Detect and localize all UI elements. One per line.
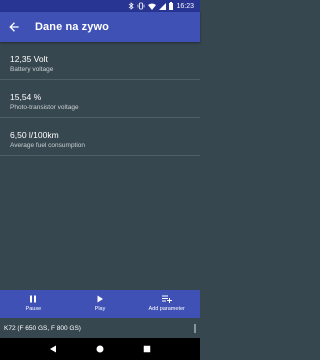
- reading-value: 12,35 Volt: [10, 54, 48, 64]
- play-icon: [96, 295, 104, 303]
- wifi-icon: [148, 3, 157, 10]
- pause-button[interactable]: Pause: [0, 290, 67, 318]
- scrollbar-thumb[interactable]: [194, 324, 196, 333]
- reading-label: Average fuel consumption: [10, 142, 86, 149]
- bluetooth-icon: [128, 2, 135, 10]
- playlist-add-icon: [161, 295, 172, 303]
- nav-back-icon[interactable]: [49, 345, 57, 353]
- reading-label: Photo-transistor voltage: [10, 104, 79, 111]
- status-time: 16:23: [176, 2, 194, 10]
- list-item-battery-voltage[interactable]: 12,35 Volt Battery voltage: [0, 42, 200, 80]
- signal-icon: [159, 2, 167, 10]
- reading-value: 6,50 l/100km: [10, 130, 59, 140]
- pause-label: Pause: [25, 306, 42, 312]
- arrow-back-icon[interactable]: [7, 20, 21, 34]
- reading-label: Battery voltage: [10, 66, 54, 73]
- add-parameter-label: Add parameter: [148, 306, 185, 312]
- list-item-photo-transistor-voltage[interactable]: 15,54 % Photo-transistor voltage: [0, 80, 200, 118]
- battery-icon: [169, 2, 174, 10]
- nav-home-icon[interactable]: [96, 345, 104, 353]
- pause-icon: [29, 295, 37, 303]
- system-nav-bar: [0, 338, 200, 360]
- nav-recents-icon[interactable]: [143, 345, 151, 353]
- page-title: Dane na zywo: [35, 21, 109, 33]
- app-bar: Dane na zywo: [0, 12, 200, 42]
- device-info: K72 (F 650 GS, F 800 GS): [0, 318, 200, 338]
- device-name: K72 (F 650 GS, F 800 GS): [4, 324, 81, 332]
- readings-list: 12,35 Volt Battery voltage 15,54 % Photo…: [0, 42, 200, 156]
- list-item-average-fuel-consumption[interactable]: 6,50 l/100km Average fuel consumption: [0, 118, 200, 156]
- play-button[interactable]: Play: [67, 290, 134, 318]
- play-label: Play: [94, 306, 106, 312]
- add-parameter-button[interactable]: Add parameter: [133, 290, 200, 318]
- status-bar: 16:23: [0, 0, 200, 12]
- reading-value: 15,54 %: [10, 92, 42, 102]
- bottom-action-bar: Pause Play Add parameter: [0, 290, 200, 318]
- vibrate-icon: [137, 2, 145, 10]
